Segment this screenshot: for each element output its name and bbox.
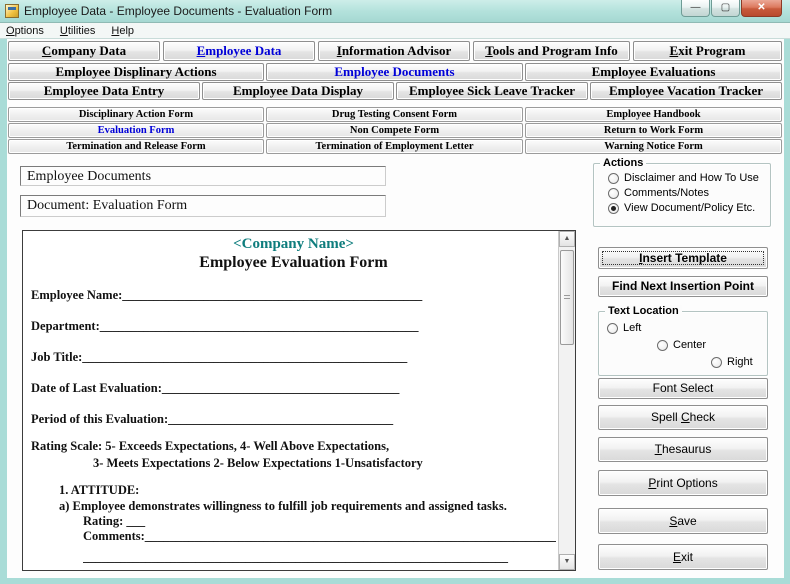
radio-comments-notes-label: Comments/Notes [624, 187, 709, 199]
radio-text-right-icon [711, 357, 722, 368]
form-termination-employment-letter[interactable]: Termination of Employment Letter [266, 139, 523, 154]
tab-employee-evaluations[interactable]: Employee Evaluations [525, 63, 782, 81]
save-button[interactable]: Save [598, 508, 768, 534]
form-employee-handbook[interactable]: Employee Handbook [525, 107, 782, 122]
doc-line: Department:_____________________________… [31, 319, 556, 334]
tab-company-data[interactable]: Company Data [8, 41, 160, 61]
doc-line: 1. ATTITUDE: [59, 483, 556, 498]
title-bar: Employee Data - Employee Documents - Eva… [0, 0, 790, 22]
minimize-button[interactable]: — [681, 0, 710, 17]
tab-employee-documents[interactable]: Employee Documents [266, 63, 523, 81]
close-button[interactable]: ✕ [741, 0, 782, 17]
doc-line: Job Title:______________________________… [31, 350, 556, 365]
doc-line: 3- Meets Expectations 2- Below Expectati… [93, 456, 556, 471]
app-icon [5, 4, 19, 18]
tab-employee-sick-leave-tracker[interactable]: Employee Sick Leave Tracker [396, 82, 588, 100]
menu-bar: Options Utilities Help [0, 22, 790, 39]
radio-text-left[interactable]: Left [607, 322, 641, 334]
radio-text-left-label: Left [623, 322, 641, 334]
menu-options[interactable]: Options [6, 25, 44, 37]
doc-line: a) Employee demonstrates willingness to … [59, 499, 556, 514]
tab-employee-disciplinary-actions[interactable]: Employee Displinary Actions [8, 63, 264, 81]
text-location-title: Text Location [605, 305, 682, 317]
maximize-button[interactable]: ▢ [711, 0, 740, 17]
scroll-thumb[interactable] [560, 250, 574, 345]
tab-exit-program[interactable]: Exit Program [633, 41, 782, 61]
form-return-to-work[interactable]: Return to Work Form [525, 123, 782, 138]
radio-comments-notes[interactable]: Comments/Notes [608, 187, 770, 199]
radio-view-document[interactable]: View Document/Policy Etc. [608, 202, 770, 214]
spell-check-button[interactable]: Spell Check [598, 405, 768, 430]
doc-line: Period of this Evaluation:______________… [31, 412, 556, 427]
print-options-button[interactable]: Print Options [598, 470, 768, 496]
radio-disclaimer-label: Disclaimer and How To Use [624, 172, 759, 184]
tab-employee-data[interactable]: Employee Data [163, 41, 315, 61]
tab-employee-data-entry[interactable]: Employee Data Entry [8, 82, 200, 100]
document-label-box: Document: Evaluation Form [20, 195, 386, 217]
form-termination-release[interactable]: Termination and Release Form [8, 139, 264, 154]
scroll-up-icon[interactable]: ▲ [559, 231, 575, 247]
app-window: Employee Data - Employee Documents - Eva… [0, 0, 790, 584]
doc-line: Rating Scale: 5- Exceeds Expectations, 4… [31, 439, 556, 454]
document-viewer[interactable]: <Company Name> Employee Evaluation Form … [22, 230, 576, 571]
doc-line: Rating: ___ [83, 514, 556, 529]
form-warning-notice[interactable]: Warning Notice Form [525, 139, 782, 154]
content-frame: Company Data Employee Data Information A… [0, 39, 790, 584]
doc-line: Employee Name:__________________________… [31, 288, 556, 303]
section-label-box: Employee Documents [20, 166, 386, 186]
caption-buttons: — ▢ ✕ [680, 0, 782, 17]
doc-line: Date of Last Evaluation:________________… [31, 381, 556, 396]
radio-text-center-label: Center [673, 339, 706, 351]
text-location-groupbox: Text Location Left Center Right [598, 311, 768, 376]
form-drug-testing-consent[interactable]: Drug Testing Consent Form [266, 107, 523, 122]
insert-template-button[interactable]: Insert Template [598, 247, 768, 269]
document-scrollbar[interactable]: ▲ ▼ [558, 231, 575, 570]
scroll-down-icon[interactable]: ▼ [559, 554, 575, 570]
tab-employee-vacation-tracker[interactable]: Employee Vacation Tracker [590, 82, 782, 100]
doc-company-title: <Company Name> [31, 236, 556, 253]
radio-comments-notes-icon [608, 188, 619, 199]
menu-utilities[interactable]: Utilities [60, 25, 95, 37]
tab-employee-data-display[interactable]: Employee Data Display [202, 82, 394, 100]
radio-text-center-icon [657, 340, 668, 351]
doc-line: Comments:_______________________________… [83, 529, 556, 544]
radio-text-right[interactable]: Right [711, 356, 753, 368]
font-select-button[interactable]: Font Select [598, 378, 768, 399]
menu-help[interactable]: Help [111, 25, 134, 37]
actions-groupbox: Actions Disclaimer and How To Use Commen… [593, 163, 771, 227]
tab-tools-program-info[interactable]: Tools and Program Info [473, 41, 630, 61]
radio-text-right-label: Right [727, 356, 753, 368]
form-disciplinary-action[interactable]: Disciplinary Action Form [8, 107, 264, 122]
doc-form-title: Employee Evaluation Form [31, 253, 556, 272]
radio-disclaimer-icon [608, 173, 619, 184]
exit-button[interactable]: Exit [598, 544, 768, 570]
doc-line: ________________________________________… [83, 550, 556, 565]
thesaurus-button[interactable]: Thesaurus [598, 437, 768, 462]
find-next-insertion-point-button[interactable]: Find Next Insertion Point [598, 276, 768, 297]
radio-view-document-icon [608, 203, 619, 214]
window-title: Employee Data - Employee Documents - Eva… [24, 4, 332, 18]
actions-group-title: Actions [600, 157, 646, 169]
radio-text-center[interactable]: Center [657, 339, 706, 351]
radio-disclaimer[interactable]: Disclaimer and How To Use [608, 172, 770, 184]
radio-text-left-icon [607, 323, 618, 334]
form-non-compete[interactable]: Non Compete Form [266, 123, 523, 138]
document-content: <Company Name> Employee Evaluation Form … [23, 231, 558, 570]
radio-view-document-label: View Document/Policy Etc. [624, 202, 755, 214]
form-evaluation[interactable]: Evaluation Form [8, 123, 264, 138]
tab-information-advisor[interactable]: Information Advisor [318, 41, 470, 61]
